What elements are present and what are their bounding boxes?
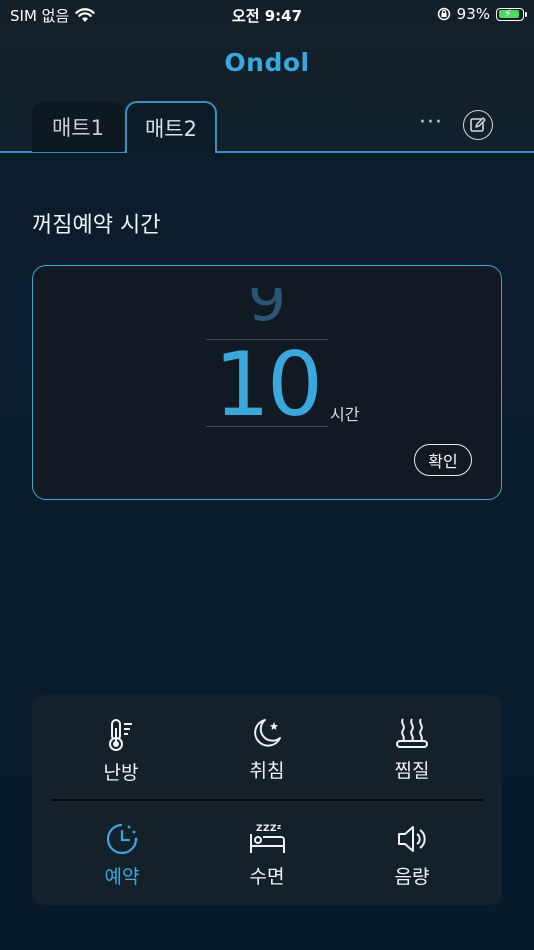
steam-icon — [396, 718, 428, 748]
speaker-icon — [398, 826, 426, 852]
sleep-bed-icon: Z Z Z z — [250, 823, 285, 853]
menu-label-volume: 음량 — [394, 866, 430, 888]
svg-text:z: z — [277, 823, 281, 831]
more-button[interactable]: ··· — [414, 110, 448, 140]
status-right-group: 93% ⚡ — [437, 5, 527, 23]
menu-item-sleep-mode[interactable]: 취침 — [217, 716, 317, 796]
menu-label-steam: 찜질 — [394, 760, 430, 782]
status-bar: SIM 없음 오전 9:47 93% ⚡ — [0, 0, 534, 30]
menu-label-sleep: 수면 — [249, 866, 285, 888]
picker-previous-value: 9 — [247, 288, 287, 335]
picker-unit-label: 시간 — [330, 405, 360, 424]
menu-item-volume[interactable]: 음량 — [362, 822, 462, 902]
menu-item-sleep[interactable]: Z Z Z z 수면 — [217, 822, 317, 902]
menu-label-sleep-mode: 취침 — [249, 760, 285, 782]
menu-label-heating: 난방 — [103, 762, 139, 784]
battery-percent: 93% — [456, 5, 490, 23]
picker-previous-value-wrap[interactable]: 9 — [206, 288, 328, 338]
menu-item-heating[interactable]: 난방 — [71, 718, 171, 798]
svg-text:Z: Z — [270, 824, 277, 834]
edit-icon — [470, 117, 486, 132]
menu-item-steam[interactable]: 찜질 — [362, 716, 462, 796]
thermometer-icon — [109, 719, 132, 751]
app-screen: SIM 없음 오전 9:47 93% ⚡ Ondol 매트1 매트2 ··· 꺼… — [0, 0, 534, 950]
brand-logo: Ondol — [224, 48, 310, 77]
tab-mat2[interactable]: 매트2 — [125, 101, 217, 153]
confirm-button[interactable]: 확인 — [414, 444, 472, 476]
picker-selected-value[interactable]: 10 — [206, 337, 328, 433]
svg-text:Z: Z — [256, 824, 263, 834]
timer-icon — [106, 823, 138, 855]
moon-icon — [254, 719, 281, 747]
section-title: 꺼짐예약 시간 — [32, 213, 161, 238]
menu-label-reservation: 예약 — [104, 866, 140, 888]
orientation-lock-icon — [437, 7, 450, 21]
edit-button[interactable] — [463, 110, 493, 140]
svg-text:Z: Z — [263, 824, 270, 834]
menu-divider — [51, 799, 484, 801]
menu-item-reservation[interactable]: 예약 — [72, 822, 172, 902]
battery-icon: ⚡ — [496, 7, 527, 21]
tab-mat1[interactable]: 매트1 — [32, 101, 124, 152]
